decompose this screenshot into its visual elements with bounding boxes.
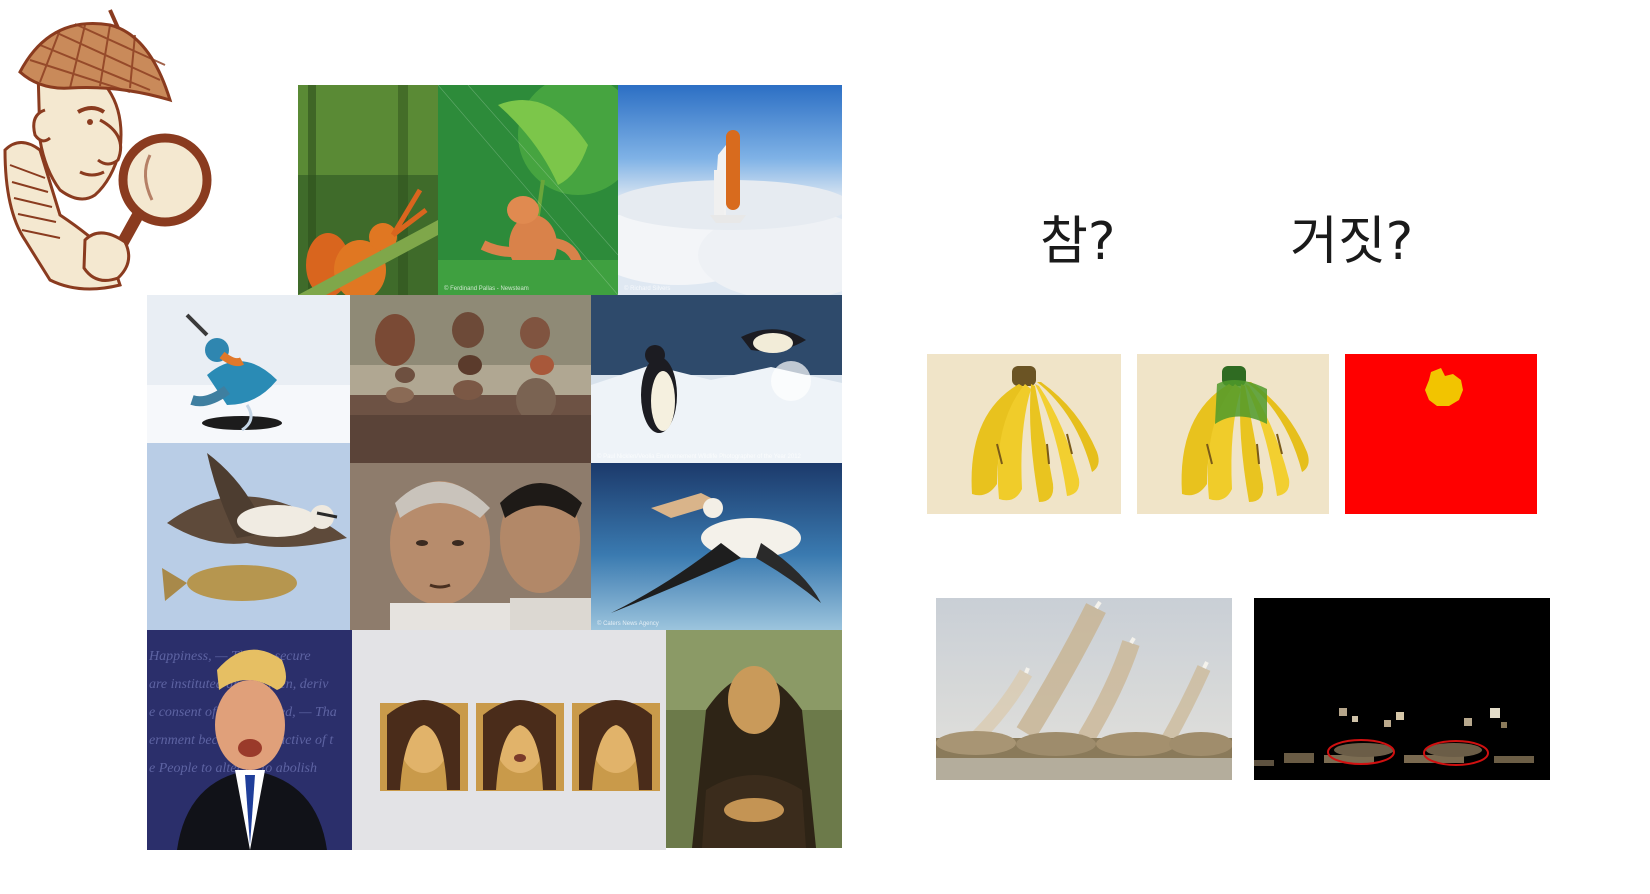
debate-speaker-photo: Happiness, — That to secure are institut… — [147, 630, 352, 850]
mona-lisa-frames-photo — [352, 630, 666, 850]
stacked-rocks-photo — [350, 295, 591, 463]
banana-edited-photo — [1137, 354, 1329, 514]
osprey-fish-photo — [147, 443, 350, 630]
pelican-photo: © Caters News Agency — [591, 463, 842, 630]
banana-original-photo — [927, 354, 1121, 514]
frog-leaf-photo: © Ferdinand Pallas - Newsteam — [438, 85, 618, 295]
missile-launch-photo — [936, 598, 1232, 780]
kingfisher-photo — [147, 295, 350, 443]
missile-detection-mask — [1254, 598, 1550, 780]
mona-lisa-painting-photo — [666, 630, 842, 848]
false-question-label: 거짓? — [1290, 212, 1414, 272]
photo-caption: © Richard Silvers — [624, 286, 671, 292]
banana-mask — [1345, 354, 1537, 514]
photo-caption: © Ferdinand Pallas - Newsteam — [444, 286, 529, 292]
face-swap-photo — [350, 463, 591, 630]
detective-magnifier-icon — [3, 9, 212, 291]
penguins-photo: © Paul Nicklen/Veolia Environnement Wild… — [591, 295, 842, 463]
true-question-label: 참? — [1040, 212, 1116, 272]
photo-caption: © Paul Nicklen/Veolia Environnement Wild… — [597, 454, 801, 460]
detective-illustration — [0, 0, 215, 300]
photo-caption: © Caters News Agency — [597, 621, 659, 627]
space-shuttle-clouds-photo: © Richard Silvers — [618, 85, 842, 295]
squirrel-photo — [298, 85, 438, 295]
